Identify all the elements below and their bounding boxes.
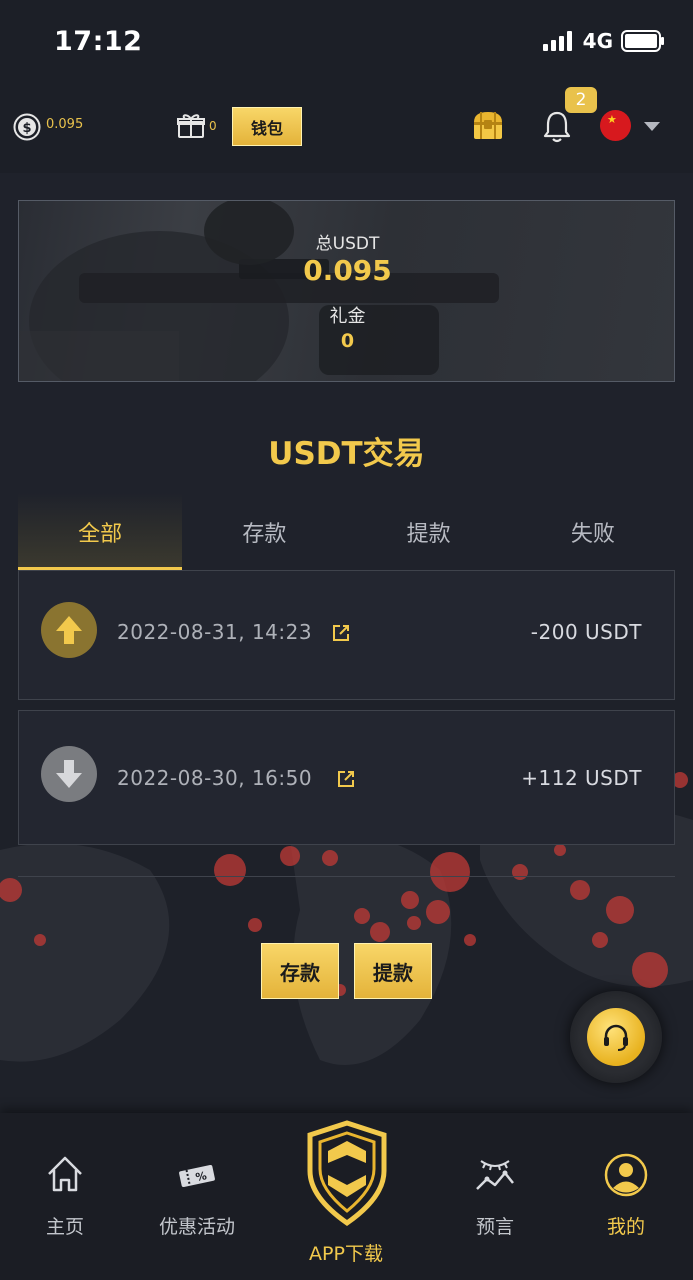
dollar-coin-icon: $	[13, 113, 41, 141]
nav-item-prediction[interactable]: 预言	[430, 1113, 560, 1253]
svg-text:$: $	[22, 121, 31, 136]
nav-item-app-download[interactable]: APP下载	[286, 1113, 406, 1273]
transaction-datetime: 2022-08-30, 16:50	[117, 766, 313, 790]
notification-badge: 2	[565, 87, 597, 113]
withdraw-button[interactable]: 提款	[354, 943, 432, 999]
coupon-ticket-icon: %	[179, 1165, 215, 1187]
transaction-tabs: 全部 存款 提款 失败	[18, 493, 675, 571]
home-icon	[48, 1156, 82, 1192]
nav-label-prediction: 预言	[475, 1216, 514, 1238]
tab-failed[interactable]: 失败	[511, 493, 675, 571]
user-profile-icon	[604, 1153, 648, 1197]
battery-icon	[621, 30, 664, 52]
china-flag-icon[interactable]: ★	[600, 110, 631, 141]
tab-all[interactable]: 全部	[18, 493, 183, 571]
treasure-chest-icon[interactable]	[470, 108, 506, 144]
language-dropdown-caret-icon[interactable]	[644, 122, 660, 131]
transaction-amount: -200 USDT	[530, 620, 642, 644]
eye-chart-icon	[476, 1160, 514, 1190]
gift-count: 0	[209, 119, 217, 133]
bottom-navigation: 主页 % 优惠活动 APP下载 预言 我的	[0, 1113, 693, 1280]
wallet-button[interactable]: 钱包	[232, 107, 302, 146]
list-divider	[18, 876, 675, 877]
tab-withdraw[interactable]: 提款	[347, 493, 511, 571]
customer-support-button[interactable]	[570, 991, 662, 1083]
deposit-button[interactable]: 存款	[261, 943, 339, 999]
balance-card: 总USDT 0.095 礼金 0	[18, 200, 675, 382]
external-link-icon[interactable]	[336, 769, 356, 789]
nav-item-mine[interactable]: 我的	[561, 1113, 691, 1253]
nav-label-promotions: 优惠活动	[158, 1216, 235, 1238]
nav-item-home[interactable]: 主页	[0, 1113, 130, 1253]
nav-label-home: 主页	[45, 1216, 84, 1238]
status-bar: 17:12 4G	[0, 0, 693, 80]
transaction-row[interactable]: 2022-08-30, 16:50 +112 USDT	[18, 710, 675, 845]
tab-deposit[interactable]: 存款	[182, 493, 346, 571]
app-header: $ 0.095 0 钱包 2 ★	[0, 80, 693, 173]
app-shield-logo-icon	[307, 1120, 387, 1227]
status-indicators: 4G	[542, 29, 665, 53]
network-type: 4G	[582, 29, 613, 53]
nav-label-mine: 我的	[606, 1216, 645, 1238]
header-balance: 0.095	[46, 117, 84, 132]
bonus-label: 礼金	[329, 306, 366, 327]
gift-icon[interactable]	[177, 113, 205, 139]
total-usdt-label: 总USDT	[315, 234, 380, 254]
total-usdt-value: 0.095	[303, 254, 392, 287]
transaction-amount: +112 USDT	[521, 766, 642, 790]
transaction-row[interactable]: 2022-08-31, 14:23 -200 USDT	[18, 570, 675, 700]
external-link-icon[interactable]	[331, 623, 351, 643]
nav-item-promotions[interactable]: % 优惠活动	[132, 1113, 262, 1253]
withdraw-arrow-up-icon	[41, 602, 97, 658]
signal-icon	[542, 31, 572, 51]
status-time: 17:12	[54, 26, 143, 57]
notification-bell-icon[interactable]	[542, 110, 572, 144]
bonus-value: 0	[340, 330, 355, 352]
deposit-arrow-down-icon	[41, 746, 97, 802]
page-title: USDT交易	[268, 436, 425, 472]
nav-label-app-download: APP下载	[309, 1243, 383, 1265]
transaction-datetime: 2022-08-31, 14:23	[117, 620, 313, 644]
headset-icon	[587, 1008, 645, 1066]
